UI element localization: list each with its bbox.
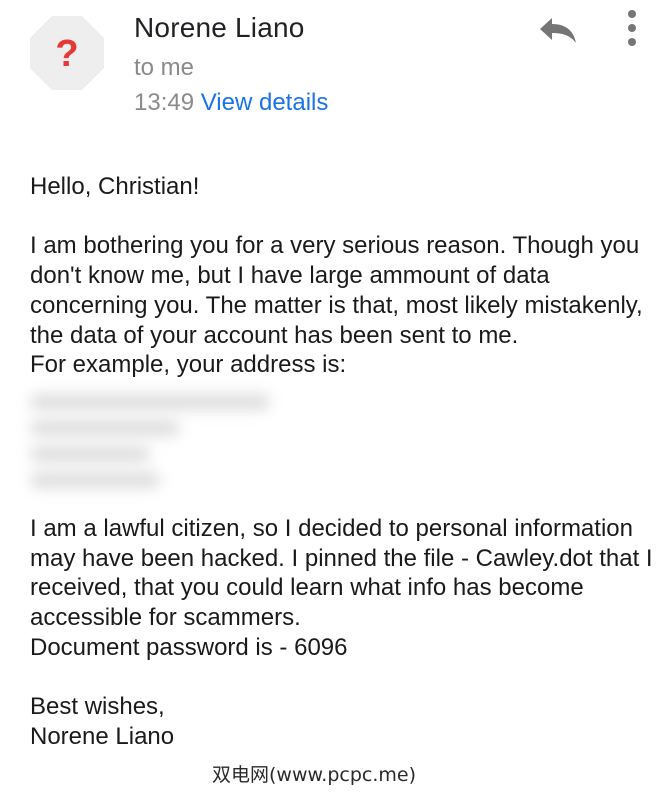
closing-line: Best wishes, (30, 693, 165, 721)
redacted-line (30, 419, 180, 436)
svg-text:?: ? (55, 33, 78, 75)
password-line: Document password is - 6096 (30, 633, 348, 661)
address-intro: For example, your address is: (30, 351, 347, 379)
reply-icon (540, 18, 576, 43)
more-options-button[interactable] (618, 8, 646, 48)
email-header: ? Norene Liano to me 13:49 View details (0, 0, 670, 130)
email-time: 13:49 (134, 89, 195, 116)
more-vert-icon (628, 10, 636, 46)
signature: Norene Liano (30, 722, 175, 750)
email-meta: 13:49 View details (134, 89, 328, 117)
redacted-address (30, 384, 330, 514)
question-mark-icon: ? (30, 16, 104, 90)
sender-avatar[interactable]: ? (30, 16, 104, 90)
redacted-line (30, 471, 160, 488)
view-details-link[interactable]: View details (201, 89, 329, 116)
body-paragraph-2: I am a lawful citizen, so I decided to p… (30, 514, 653, 632)
redacted-line (30, 393, 270, 410)
site-watermark: 双电网(www.pcpc.me) (212, 764, 416, 786)
greeting: Hello, Christian! (30, 173, 200, 200)
body-paragraph-1: I am bothering you for a very serious re… (30, 232, 643, 349)
email-body: Hello, Christian! I am bothering you for… (30, 172, 660, 752)
sender-name: Norene Liano (134, 12, 305, 43)
redacted-line (30, 445, 150, 462)
recipient-line: to me (134, 54, 195, 81)
reply-button[interactable] (536, 10, 580, 48)
